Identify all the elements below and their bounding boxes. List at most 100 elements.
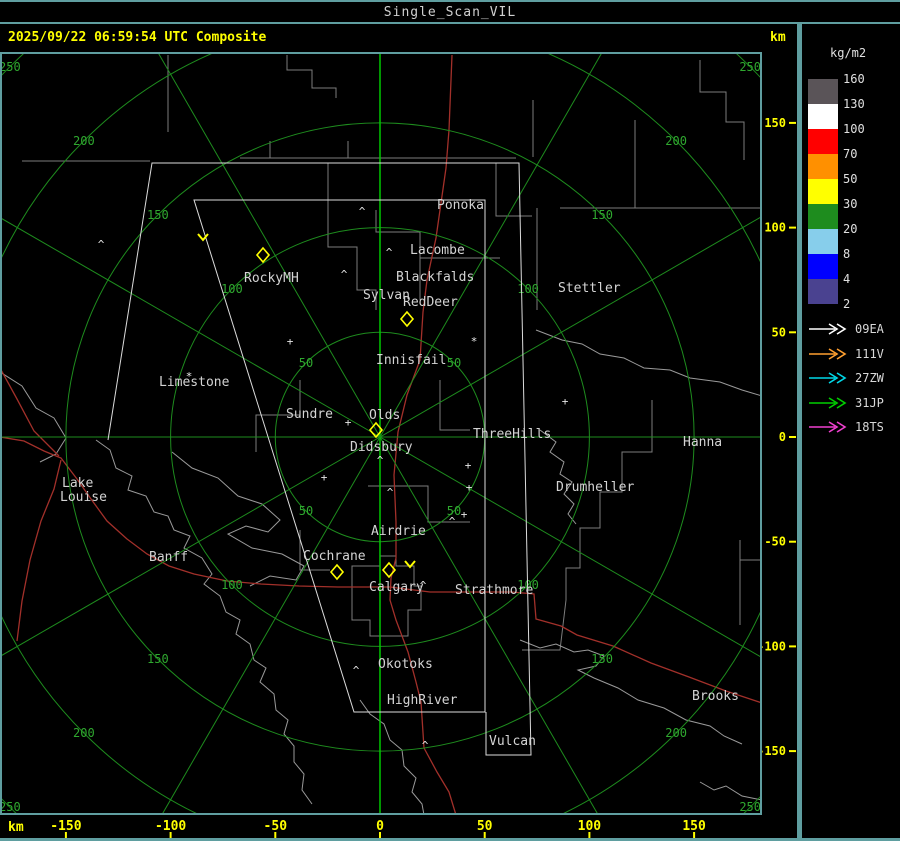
range-ring-label: 50: [299, 504, 313, 518]
range-ring-label: 200: [665, 134, 687, 148]
county-boundary: [240, 141, 516, 159]
town-label: Ponoka: [437, 198, 484, 213]
radar-site-diamond-icon: [399, 310, 415, 328]
right-axis-tick-label: 50: [772, 325, 786, 339]
town-label: Okotoks: [378, 657, 433, 672]
town-label: RockyMH: [244, 271, 299, 286]
azimuth-line: [162, 436, 381, 813]
radar-map[interactable]: 50 100 150 200 250 50 100 150 200 250 50 100 150 200 2…: [0, 52, 762, 815]
range-ring-label: 150: [591, 208, 613, 222]
bottom-axis-tick-label: -150: [50, 819, 81, 834]
radar-arrow-icon: [809, 372, 847, 384]
right-axis-tick-label: 150: [764, 116, 786, 130]
range-ring-label: 250: [739, 60, 760, 74]
legend-swatch: [808, 129, 838, 154]
right-axis-tick-label: 0: [779, 430, 786, 444]
town-label: Brooks: [692, 689, 739, 704]
range-ring-label: 200: [73, 134, 95, 148]
bottom-axis-tick-label: -50: [264, 819, 288, 834]
panel-divider: [797, 23, 802, 841]
azimuth-line: [158, 54, 381, 438]
legend-swatch: [808, 79, 838, 104]
county-boundary: [351, 555, 422, 637]
town-marker-icon: +: [287, 335, 294, 348]
town-label: Lake: [62, 476, 93, 491]
town-marker-icon: +: [465, 459, 472, 472]
legend-value-label: 130: [843, 97, 865, 111]
town-marker-icon: +: [466, 481, 473, 494]
range-ring-label: 250: [739, 800, 760, 813]
town-marker-icon: ^: [386, 246, 393, 259]
right-axis-tick-label: -100: [762, 639, 786, 653]
radar-legend-row: 27ZW: [808, 371, 884, 385]
legend-value-label: 20: [843, 222, 858, 236]
county-boundary: [739, 540, 760, 625]
radar-id-label: 18TS: [855, 420, 884, 435]
terrain-line: [359, 699, 425, 813]
town-marker-icon: ^: [353, 664, 360, 677]
legend-panel: kg/m2 160 130 100 70 50 30 20 8 4 2 09EA 111V 27ZW 3…: [802, 24, 900, 841]
town-label: ThreeHills: [473, 427, 551, 442]
range-ring-label: 150: [147, 208, 169, 222]
town-marker-icon: +: [321, 471, 328, 484]
county-boundary: [286, 55, 337, 98]
legend-swatch: [808, 104, 838, 129]
right-axis-tick-label: -150: [762, 744, 786, 758]
terrain-line: [2, 372, 67, 463]
terrain-line: [699, 781, 760, 801]
legend-value-label: 70: [843, 147, 858, 161]
town-label: Hanna: [683, 435, 722, 450]
town-label: Didsbury: [350, 440, 413, 455]
bottom-axis-tick-label: -100: [155, 819, 186, 834]
radar-arrow-icon: [809, 421, 847, 434]
right-axis-tick-label: 100: [764, 221, 786, 235]
county-boundary: [699, 60, 745, 160]
bottom-axis-tick-label: 50: [477, 819, 493, 834]
legend-value-label: 30: [843, 197, 858, 211]
radar-map-canvas[interactable]: 50 100 150 200 250 50 100 150 200 250 50 100 150 200 2…: [2, 54, 760, 813]
azimuth-line: [379, 436, 760, 657]
town-marker-icon: ^: [341, 268, 348, 281]
town-label: Innisfail: [376, 353, 446, 368]
town-label: Louise: [60, 490, 107, 505]
town-label: RedDeer: [403, 295, 458, 310]
town-marker-icon: ^: [387, 486, 394, 499]
town-label: Vulcan: [489, 734, 536, 749]
window-title: Single_Scan_VIL: [383, 4, 517, 20]
info-bar: 2025/09/22 06:59:54 UTC Composite km: [0, 24, 900, 52]
legend-swatch: [808, 279, 838, 304]
terrain-line: [539, 429, 577, 525]
town-label: Olds: [369, 408, 400, 423]
town-label: Drumheller: [556, 480, 634, 495]
town-marker-icon: ^: [359, 205, 366, 218]
radar-id-label: 111V: [855, 346, 884, 361]
radar-arrow-icon: [809, 347, 847, 360]
radar-site-diamond-icon: [329, 563, 345, 581]
radar-legend-row: 09EA: [808, 322, 884, 336]
town-label: Limestone: [159, 375, 230, 390]
town-label: Stettler: [558, 281, 621, 296]
radar-legend-row: 18TS: [808, 420, 884, 434]
radar-legend-row: 31JP: [808, 396, 884, 410]
town-marker-icon: +: [461, 508, 468, 521]
radar-legend-row: 111V: [808, 347, 884, 361]
range-ring: [2, 54, 760, 813]
county-boundary: [560, 120, 760, 209]
legend-value-label: 2: [843, 297, 851, 311]
right-axis-unit-label: km: [770, 30, 786, 45]
title-bar: Single_Scan_VIL: [0, 0, 900, 24]
bottom-axis-tick-label: 150: [682, 819, 706, 834]
radar-id-label: 09EA: [855, 322, 884, 336]
terrain-line: [535, 329, 760, 396]
radar-site-diamond-icon: [255, 246, 271, 264]
bottom-axis-canvas: km -150 -100 -50 0 50 100 150: [8, 819, 706, 839]
radar-window: Single_Scan_VIL 2025/09/22 06:59:54 UTC …: [0, 0, 900, 841]
radar-arrow-icon: [809, 397, 847, 409]
range-ring-label: 100: [221, 282, 243, 296]
legend-value-label: 100: [843, 122, 865, 136]
range-ring-label: 250: [2, 60, 21, 74]
town-label: Lacombe: [410, 243, 465, 258]
town-label: Banff: [149, 550, 188, 565]
town-label: Airdrie: [371, 524, 426, 539]
legend-value-label: 160: [843, 72, 865, 86]
